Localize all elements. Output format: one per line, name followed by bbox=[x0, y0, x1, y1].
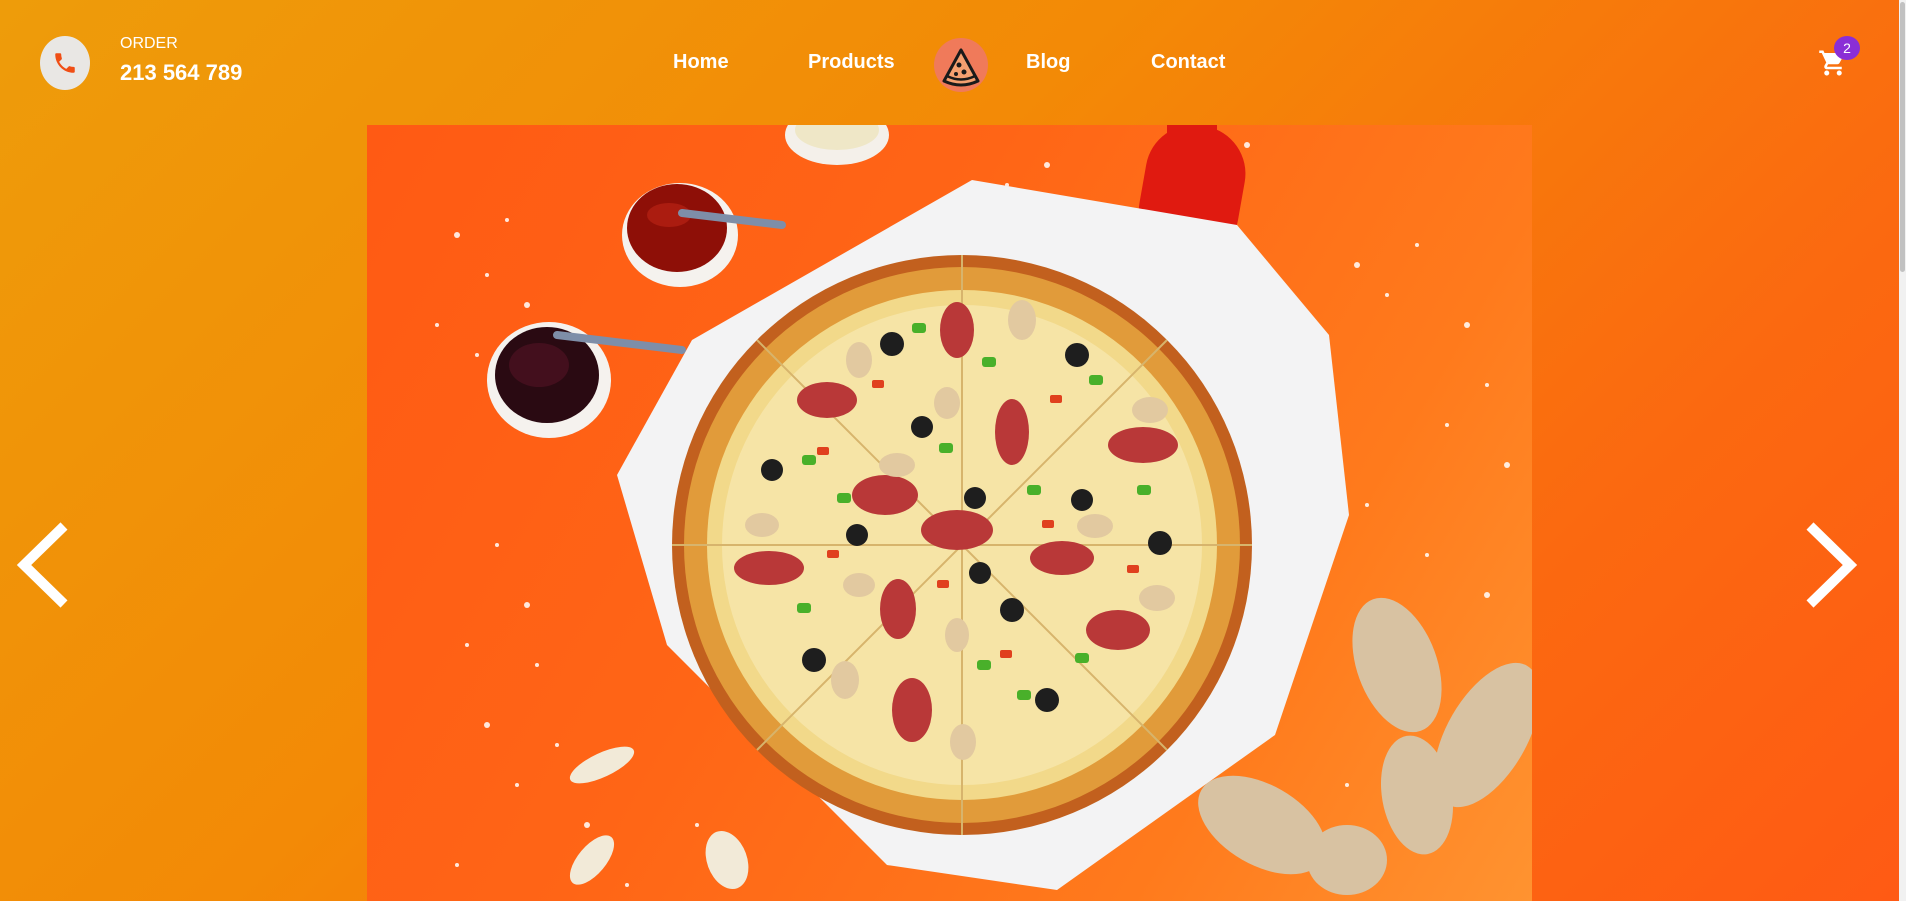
order-phone-number[interactable]: 213 564 789 bbox=[120, 58, 242, 88]
pizza-slice-logo-icon[interactable] bbox=[934, 38, 988, 92]
nav-blog-link[interactable]: Blog bbox=[1026, 50, 1070, 74]
nav-products-link[interactable]: Products bbox=[808, 50, 895, 74]
order-contact: ORDER 213 564 789 bbox=[120, 34, 242, 88]
slider-next-button[interactable] bbox=[1800, 520, 1860, 610]
chevron-right-icon bbox=[1806, 522, 1858, 608]
cart-count-badge: 2 bbox=[1834, 36, 1860, 60]
pizza-hero-image bbox=[435, 125, 1532, 895]
order-label: ORDER bbox=[120, 35, 178, 52]
hero-slider-image bbox=[367, 125, 1532, 901]
chevron-left-icon bbox=[16, 522, 68, 608]
scrollbar-thumb[interactable] bbox=[1900, 2, 1905, 272]
page-scrollbar[interactable] bbox=[1899, 0, 1906, 901]
phone-button[interactable] bbox=[40, 36, 90, 90]
nav-contact-link[interactable]: Contact bbox=[1151, 50, 1225, 74]
navbar: ORDER 213 564 789 Home Products Blog Con… bbox=[0, 0, 1899, 125]
phone-icon bbox=[55, 53, 75, 73]
slider-prev-button[interactable] bbox=[14, 520, 74, 610]
nav-home-link[interactable]: Home bbox=[673, 50, 729, 74]
